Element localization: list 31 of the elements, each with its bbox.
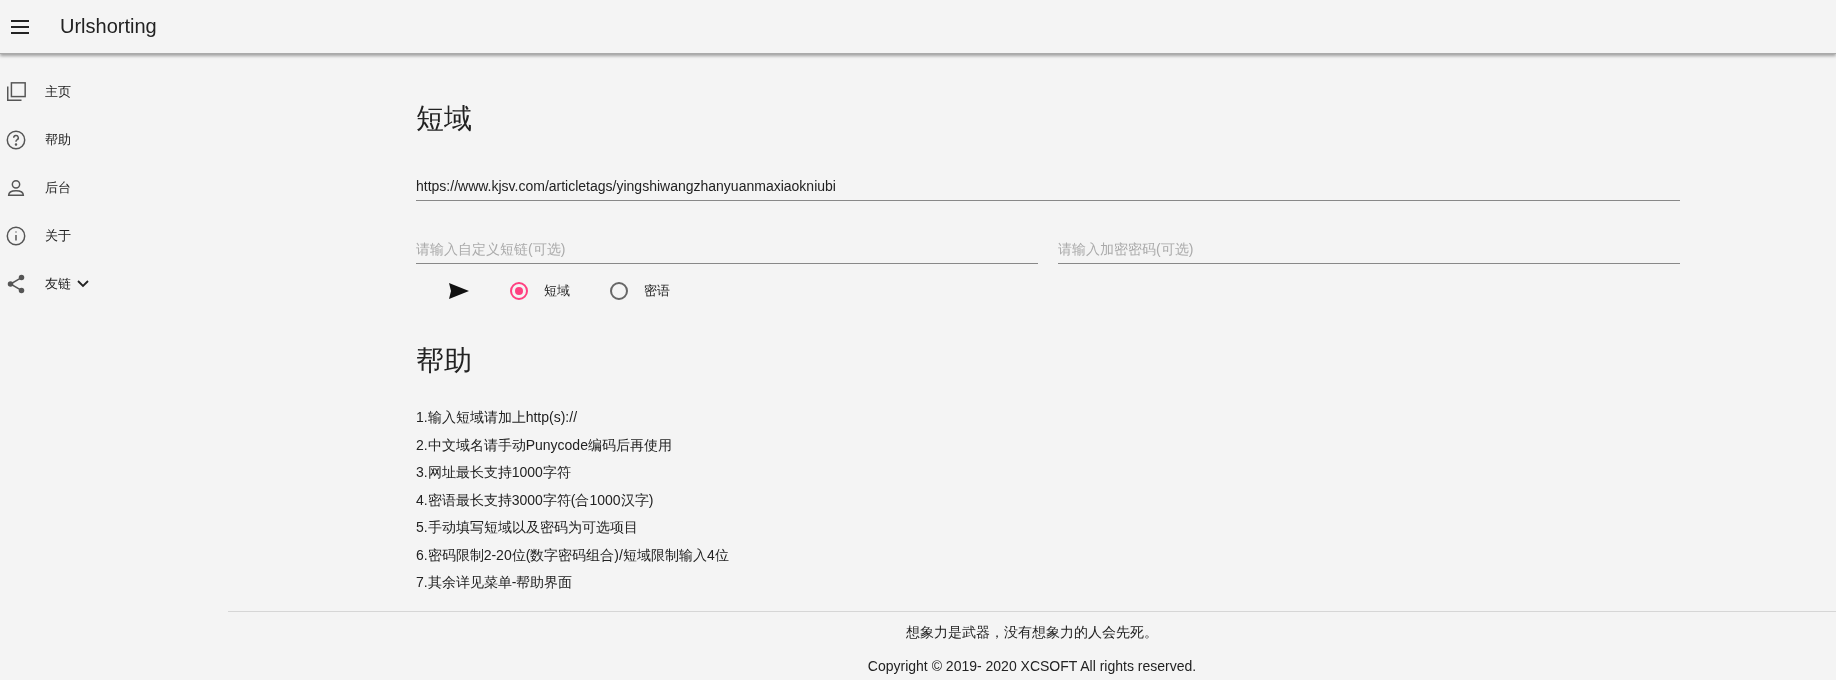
person-icon (5, 177, 27, 199)
help-heading: 帮助 (416, 343, 473, 379)
menu-icon (10, 18, 30, 35)
help-item: 7.其余详见菜单-帮助界面 (416, 573, 574, 592)
sidebar-item[interactable]: 友链 (0, 260, 228, 308)
help-icon (5, 129, 27, 151)
help-item: 6.密码限制2-20位(数字密码组合)/短域限制输入4位 (416, 545, 730, 565)
share-icon (5, 273, 27, 295)
sidebar-item[interactable]: 关于 (0, 212, 228, 260)
help-item: 1.输入短域请加上http(s):// (416, 408, 579, 427)
sidebar-item[interactable]: 后台 (0, 164, 228, 212)
footer-quote: 想象力是武器，没有想象力的人会先死。 (906, 623, 1158, 642)
app-title: Urlshorting (60, 15, 157, 38)
menu-button[interactable] (10, 18, 30, 35)
form-heading: 短域 (416, 101, 473, 137)
mode-radio[interactable]: 密语 (610, 282, 670, 300)
info-icon (5, 225, 27, 247)
help-item: 5.手动填写短域以及密码为可选项目 (416, 518, 639, 537)
help-item: 4.密语最长支持3000字符(合1000汉字) (416, 490, 655, 510)
sidebar-item[interactable]: 主页 (0, 68, 228, 116)
help-item: 3.网址最长支持1000字符 (416, 463, 572, 482)
help-item: 2.中文域名请手动Punycode编码后再使用 (416, 435, 673, 455)
url-field[interactable]: https://www.kjsv.com/articletags/yingshiwangzhanyuanmaxiaokniubi (416, 172, 1680, 201)
send-button[interactable] (448, 282, 470, 300)
custom-link-field[interactable]: 请输入自定义短链(可选) (416, 235, 1038, 264)
copyright-text: Copyright © 2019- 2020 XCSOFT All rights reserved. (867, 657, 1197, 674)
mode-radio[interactable]: 短域 (510, 282, 570, 300)
sidebar-item[interactable]: 帮助 (0, 116, 228, 164)
password-field[interactable]: 请输入加密密码(可选) (1058, 235, 1680, 264)
send-icon (448, 282, 470, 300)
copy-icon (5, 81, 27, 103)
